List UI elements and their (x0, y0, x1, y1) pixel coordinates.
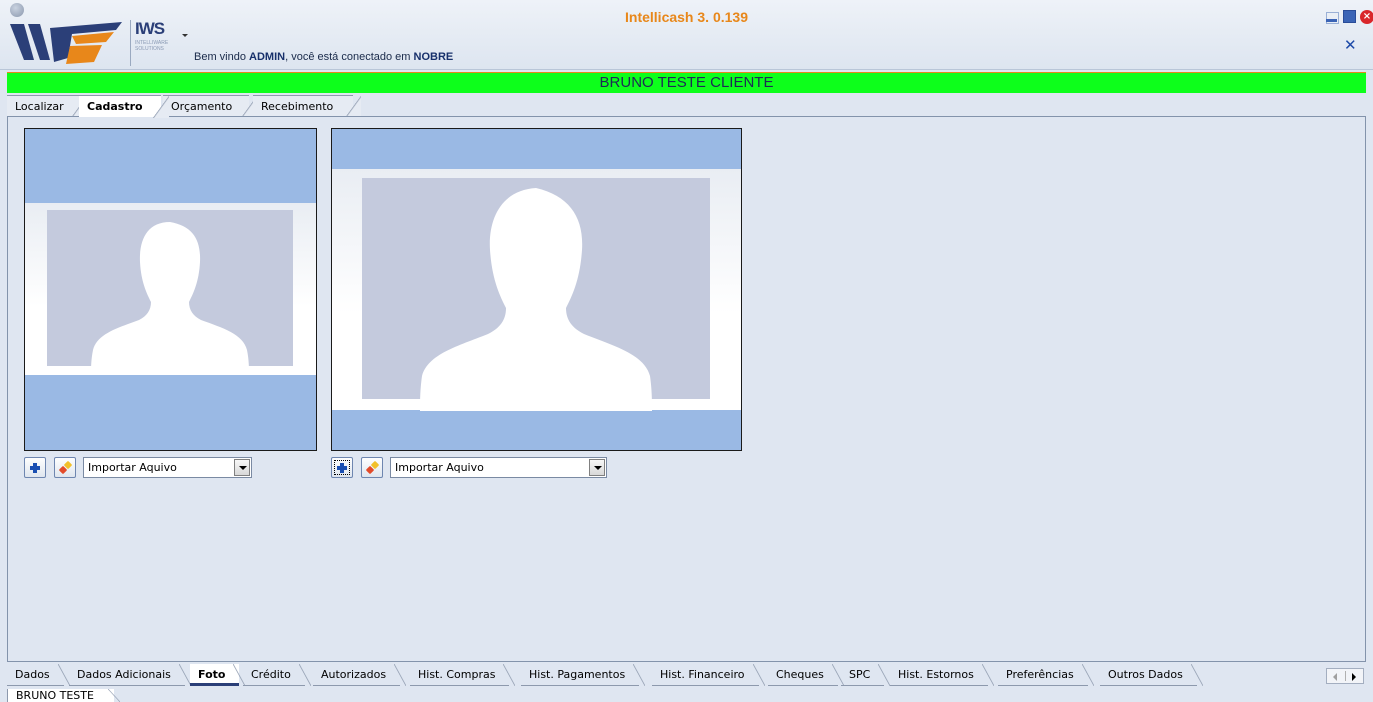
photo-box-2[interactable] (331, 128, 742, 451)
maximize-icon[interactable] (1343, 10, 1356, 23)
welcome-prefix: Bem vindo (194, 51, 250, 63)
import-source-value: Importar Aquivo (395, 461, 484, 474)
welcome-message: Bem vindo ADMIN, você está conectado em … (194, 51, 453, 63)
tab-cadastro[interactable]: Cadastro (79, 95, 169, 118)
welcome-location: NOBRE (413, 51, 454, 63)
tab-autorizados[interactable]: Autorizados (313, 664, 407, 686)
photo-box-1[interactable] (24, 128, 317, 451)
person-silhouette-icon (91, 222, 249, 375)
tab-dados-adicionais[interactable]: Dados Adicionais (69, 664, 191, 686)
import-source-select[interactable]: Importar Aquivo (390, 457, 607, 478)
scroll-divider (1345, 671, 1346, 681)
close-form-icon[interactable]: ✕ (1344, 36, 1357, 54)
tab-credito[interactable]: Crédito (243, 664, 311, 686)
tab-orcamento[interactable]: Orçamento (163, 95, 257, 118)
photo-toolbar-1: Importar Aquivo (24, 457, 254, 479)
tab-hist-estornos[interactable]: Hist. Estornos (890, 664, 994, 686)
logo-tagline-text: INTELLIWARE SOLUTIONS (135, 40, 169, 52)
scroll-right-icon[interactable] (1352, 673, 1356, 681)
welcome-user: ADMIN (249, 51, 286, 63)
bottom-tab-strip: Dados Dados Adicionais Foto Crédito Auto… (7, 664, 1366, 687)
welcome-middle: , você está conectado em (285, 51, 414, 63)
tab-localizar[interactable]: Localizar (7, 95, 87, 118)
add-photo-icon[interactable] (24, 457, 46, 478)
title-bar: IWS INTELLIWARE SOLUTIONS Intellicash 3.… (0, 0, 1373, 70)
tab-spc[interactable]: SPC (841, 664, 891, 686)
app-window: IWS INTELLIWARE SOLUTIONS Intellicash 3.… (0, 0, 1373, 702)
clear-photo-icon[interactable] (54, 457, 76, 478)
content-panel: Importar Aquivo Importar Aquivo (7, 116, 1366, 662)
person-silhouette-icon (420, 188, 652, 411)
dropdown-arrow-icon[interactable] (234, 459, 250, 476)
tab-hist-financeiro[interactable]: Hist. Financeiro (652, 664, 765, 686)
tab-dados[interactable]: Dados (7, 664, 70, 686)
tab-scroll-arrows[interactable] (1326, 668, 1364, 684)
tab-outros-dados[interactable]: Outros Dados (1100, 664, 1203, 686)
app-title: Intellicash 3. 0.139 (625, 9, 748, 25)
minimize-icon[interactable] (1325, 10, 1339, 24)
tab-foto[interactable]: Foto (190, 664, 246, 686)
photo-toolbar-2: Importar Aquivo (331, 457, 611, 479)
clear-photo-icon[interactable] (361, 457, 383, 478)
add-photo-icon[interactable] (331, 457, 353, 478)
dropdown-arrow-icon[interactable] (589, 459, 605, 476)
company-logo-icon (10, 22, 122, 64)
tab-recebimento[interactable]: Recebimento (253, 95, 361, 118)
scroll-left-icon[interactable] (1333, 673, 1337, 681)
tab-preferencias[interactable]: Preferências (998, 664, 1094, 686)
close-icon[interactable]: × (1360, 10, 1373, 24)
client-name-banner: BRUNO TESTE CLIENTE (7, 72, 1366, 93)
tab-cheques[interactable]: Cheques (768, 664, 844, 686)
tab-hist-compras[interactable]: Hist. Compras (410, 664, 516, 686)
import-source-select[interactable]: Importar Aquivo (83, 457, 252, 478)
tab-hist-pagamentos[interactable]: Hist. Pagamentos (521, 664, 646, 686)
status-tab[interactable]: BRUNO TESTE (7, 689, 120, 702)
import-source-value: Importar Aquivo (88, 461, 177, 474)
iws-logo: IWS INTELLIWARE SOLUTIONS (130, 20, 176, 66)
logo-dropdown-icon[interactable] (182, 34, 188, 37)
